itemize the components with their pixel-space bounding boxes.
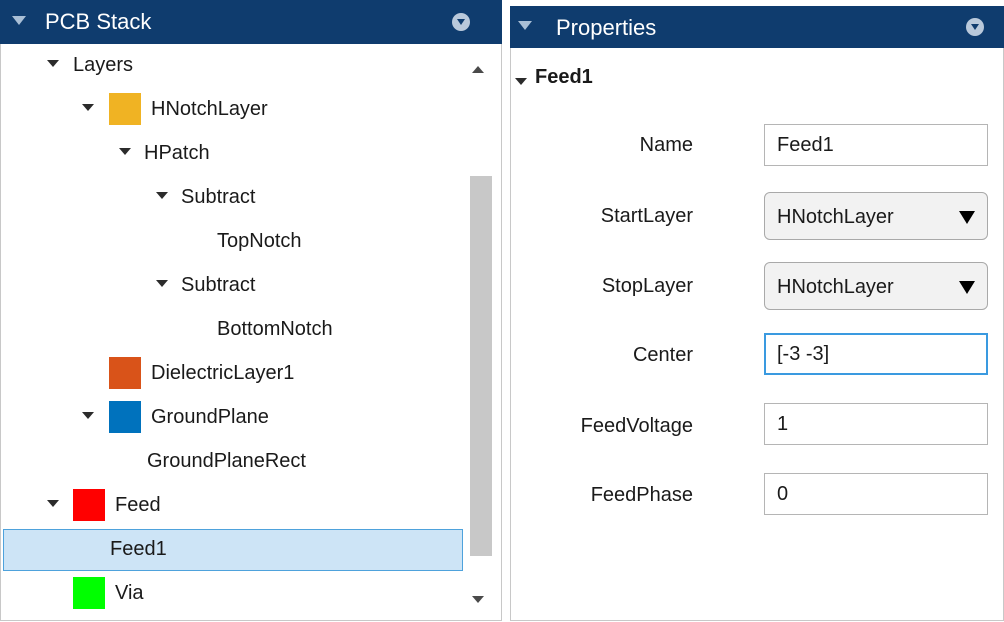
- startlayer-label: StartLayer: [600, 205, 693, 227]
- expand-hnotchlayer-icon[interactable]: [82, 104, 94, 111]
- expand-layers-icon[interactable]: [47, 60, 59, 67]
- section-title: Feed1: [535, 66, 593, 88]
- properties-title: Properties: [556, 15, 657, 40]
- tree-item-label: HNotchLayer: [151, 98, 268, 120]
- tree-item-label: Feed1: [110, 538, 167, 560]
- tree-item-label: Feed: [115, 494, 161, 516]
- tree-item-label: TopNotch: [217, 230, 302, 252]
- properties-panel: Properties Feed1 Name Feed1 StartLayer H…: [510, 0, 1004, 622]
- tree-item-dielectriclayer1[interactable]: DielectricLayer1: [1, 352, 461, 392]
- startlayer-value: HNotchLayer: [777, 206, 894, 228]
- pcb-stack-tree: Layers HNotchLayer HPatch Subtract TopNo…: [0, 44, 502, 621]
- tree-item-label: Subtract: [181, 186, 256, 208]
- tree-item-label: Subtract: [181, 274, 256, 296]
- feedvoltage-field[interactable]: 1: [764, 403, 988, 445]
- hnotchlayer-color-swatch: [109, 93, 141, 125]
- feedvoltage-label: FeedVoltage: [580, 415, 693, 437]
- tree-item-layers[interactable]: Layers: [1, 44, 461, 84]
- tree-item-bottomnotch[interactable]: BottomNotch: [1, 308, 461, 348]
- scrollbar-thumb[interactable]: [470, 176, 492, 556]
- expand-groundplane-icon[interactable]: [82, 412, 94, 419]
- panel-menu-icon[interactable]: [966, 18, 984, 36]
- dropdown-arrow-icon: [959, 281, 975, 294]
- tree-item-feed1[interactable]: Feed1: [1, 528, 461, 568]
- tree-item-label: DielectricLayer1: [151, 362, 295, 384]
- properties-header: Properties: [510, 6, 1004, 48]
- collapse-section-icon[interactable]: [515, 78, 527, 85]
- feedphase-field[interactable]: 0: [764, 473, 988, 515]
- name-field[interactable]: Feed1: [764, 124, 988, 166]
- name-label: Name: [639, 134, 693, 156]
- collapse-panel-icon[interactable]: [518, 21, 532, 30]
- center-field[interactable]: [-3 -3]: [764, 333, 988, 375]
- tree-item-label: GroundPlaneRect: [147, 450, 306, 472]
- scroll-up-arrow-icon[interactable]: [472, 66, 484, 73]
- feed-color-swatch: [73, 489, 105, 521]
- tree-item-label: BottomNotch: [217, 318, 333, 340]
- pcb-stack-header: PCB Stack: [0, 0, 502, 44]
- tree-item-subtract-2[interactable]: Subtract: [1, 264, 461, 304]
- tree-item-subtract-1[interactable]: Subtract: [1, 176, 461, 216]
- tree-item-hpatch[interactable]: HPatch: [1, 132, 461, 172]
- expand-hpatch-icon[interactable]: [119, 148, 131, 155]
- tree-item-label: Via: [115, 582, 144, 604]
- collapse-panel-icon[interactable]: [12, 16, 26, 25]
- tree-item-topnotch[interactable]: TopNotch: [1, 220, 461, 260]
- startlayer-dropdown[interactable]: HNotchLayer: [764, 192, 988, 240]
- expand-feed-icon[interactable]: [47, 500, 59, 507]
- scroll-down-arrow-icon[interactable]: [472, 596, 484, 603]
- tree-item-hnotchlayer[interactable]: HNotchLayer: [1, 88, 461, 128]
- center-label: Center: [632, 344, 693, 366]
- tree-item-via[interactable]: Via: [1, 572, 461, 612]
- tree-item-label: Layers: [73, 54, 134, 76]
- pcb-stack-panel: PCB Stack Layers HNotchLayer HPatch Subt…: [0, 0, 502, 622]
- panel-divider[interactable]: [502, 0, 510, 622]
- groundplane-color-swatch: [109, 401, 141, 433]
- tree-item-label: HPatch: [144, 142, 210, 164]
- panel-menu-icon[interactable]: [452, 13, 470, 31]
- stoplayer-label: StopLayer: [601, 275, 693, 297]
- tree-item-feed[interactable]: Feed: [1, 484, 461, 524]
- properties-body: Feed1 Name Feed1 StartLayer HNotchLayer …: [510, 48, 1004, 621]
- pcb-stack-title: PCB Stack: [45, 9, 152, 34]
- via-color-swatch: [73, 577, 105, 609]
- tree-item-groundplanerect[interactable]: GroundPlaneRect: [1, 440, 461, 480]
- stoplayer-value: HNotchLayer: [777, 276, 894, 298]
- expand-subtract-icon[interactable]: [156, 192, 168, 199]
- dielectriclayer1-color-swatch: [109, 357, 141, 389]
- stoplayer-dropdown[interactable]: HNotchLayer: [764, 262, 988, 310]
- expand-subtract-icon[interactable]: [156, 280, 168, 287]
- tree-item-groundplane[interactable]: GroundPlane: [1, 396, 461, 436]
- dropdown-arrow-icon: [959, 211, 975, 224]
- feedphase-label: FeedPhase: [590, 484, 693, 506]
- tree-item-label: GroundPlane: [151, 406, 269, 428]
